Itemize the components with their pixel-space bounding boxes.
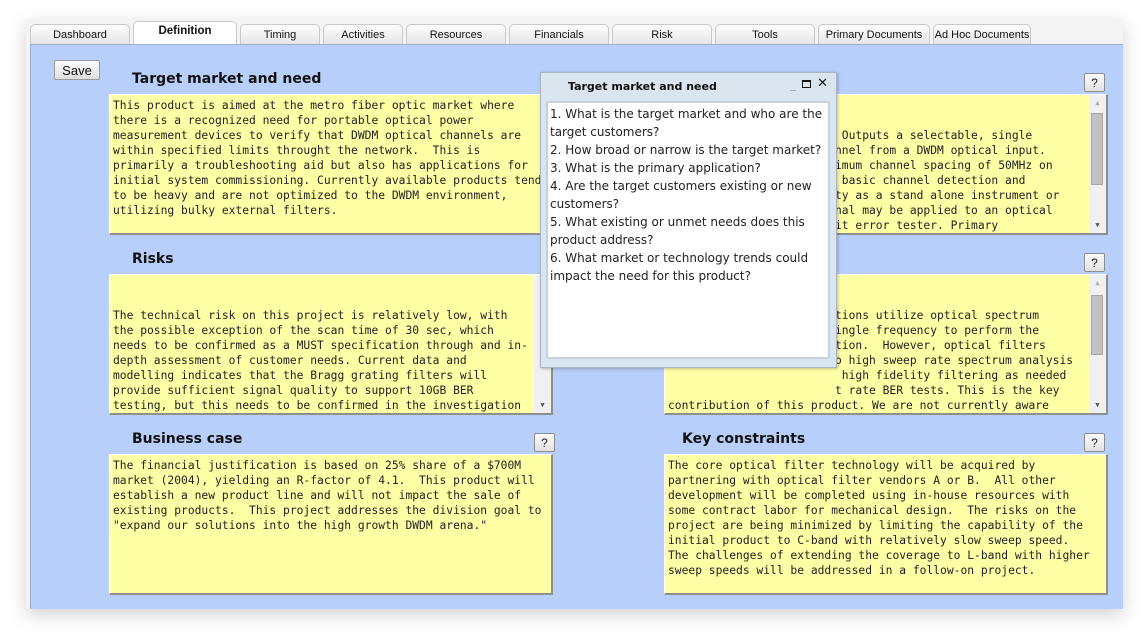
popup-question: 4. Are the target customers existing or … [550,179,812,211]
tab-bar: Dashboard Definition Timing Activities R… [30,21,1123,44]
target-market-textarea[interactable]: This product is aimed at the metro fiber… [109,94,553,235]
tab-definition[interactable]: Definition [133,21,237,44]
text-line: imum channel spacing of 50MHz on [835,159,1053,172]
text-line: it error tester. Primary [835,219,999,232]
text-line: basic channel detection and [835,174,1026,187]
target-market-title: Target market and need [132,71,322,87]
scroll-down-icon[interactable]: ▼ [534,397,551,413]
advantage-scrollbar[interactable]: ▲ ▼ [1089,275,1106,413]
tab-primary-documents[interactable]: Primary Documents [818,24,930,44]
scroll-down-icon[interactable]: ▼ [1089,397,1106,413]
product-scrollbar[interactable]: ▲ ▼ [1089,95,1106,233]
save-button[interactable]: Save [54,60,100,80]
risks-textarea[interactable]: The technical risk on this project is re… [109,274,553,415]
tab-risk[interactable]: Risk [612,24,712,44]
tab-timing[interactable]: Timing [240,24,320,44]
text-line: high fidelity filtering as needed [835,369,1067,382]
popup-question: 3. What is the primary application? [550,161,761,175]
tab-activities[interactable]: Activities [323,24,403,44]
scroll-thumb[interactable] [1091,113,1103,185]
popup-question: 1. What is the target market and who are… [550,107,823,139]
business-case-help-button[interactable]: ? [534,433,555,452]
risks-title: Risks [132,251,174,267]
text-line: t rate BER tests. This is the key [835,384,1060,397]
product-text: Outputs a selectable, single nnel from a … [835,128,1086,235]
definition-content: Save Target market and need This product… [30,44,1123,609]
scroll-down-icon[interactable]: ▼ [1089,217,1106,233]
scroll-up-icon[interactable]: ▲ [1089,275,1106,291]
close-icon[interactable]: ✕ [817,77,828,91]
popup-question-list: 1. What is the target market and who are… [546,101,830,359]
text-line: contribution of this product. We are not… [668,399,1049,412]
tab-resources[interactable]: Resources [406,24,506,44]
text-line: ty as a stand alone instrument or [835,189,1060,202]
risks-text: The technical risk on this project is re… [113,309,528,412]
business-case-title: Business case [132,431,243,447]
text-line: nal may be applied to an optical [835,204,1053,217]
text-line: of any other company developing a dedica… [668,413,1086,415]
app-window: Dashboard Definition Timing Activities R… [26,19,1123,609]
business-case-textarea[interactable]: The financial justification is based on … [109,454,553,595]
scroll-thumb[interactable] [1091,295,1103,355]
text-line: tions utilize optical spectrum [835,309,1040,322]
key-constraints-title: Key constraints [682,431,806,447]
product-help-button[interactable]: ? [1084,73,1105,92]
text-line: ng metro fiber links. The product [835,233,1086,235]
popup-controls: _ ✕ [790,77,828,92]
advantage-help-button[interactable]: ? [1084,253,1105,272]
text-line: nnel from a DWDM optical input. [835,144,1046,157]
scroll-up-icon[interactable]: ▲ [1089,95,1106,111]
key-constraints-help-button[interactable]: ? [1084,433,1105,452]
text-line: Outputs a selectable, single [835,129,1033,142]
maximize-icon[interactable] [802,80,812,88]
popup-question: 2. How broad or narrow is the target mar… [550,143,822,157]
tab-tools[interactable]: Tools [715,24,815,44]
tab-financials[interactable]: Financials [509,24,609,44]
text-line: tion. However, optical filters [835,339,1046,352]
tab-ad-hoc-documents[interactable]: Ad Hoc Documents [933,24,1031,44]
help-popup: Target market and need _ ✕ 1. What is th… [540,72,837,368]
popup-question: 6. What market or technology trends coul… [550,251,809,283]
key-constraints-textarea[interactable]: The core optical filter technology will … [664,454,1108,595]
text-line: o high sweep rate spectrum analysis [835,354,1074,367]
tab-dashboard[interactable]: Dashboard [30,24,130,44]
minimize-icon[interactable]: _ [790,77,796,91]
popup-title: Target market and need [568,80,717,93]
popup-question: 5. What existing or unmet needs does thi… [550,215,805,247]
text-line: ingle frequency to perform the [835,324,1040,337]
